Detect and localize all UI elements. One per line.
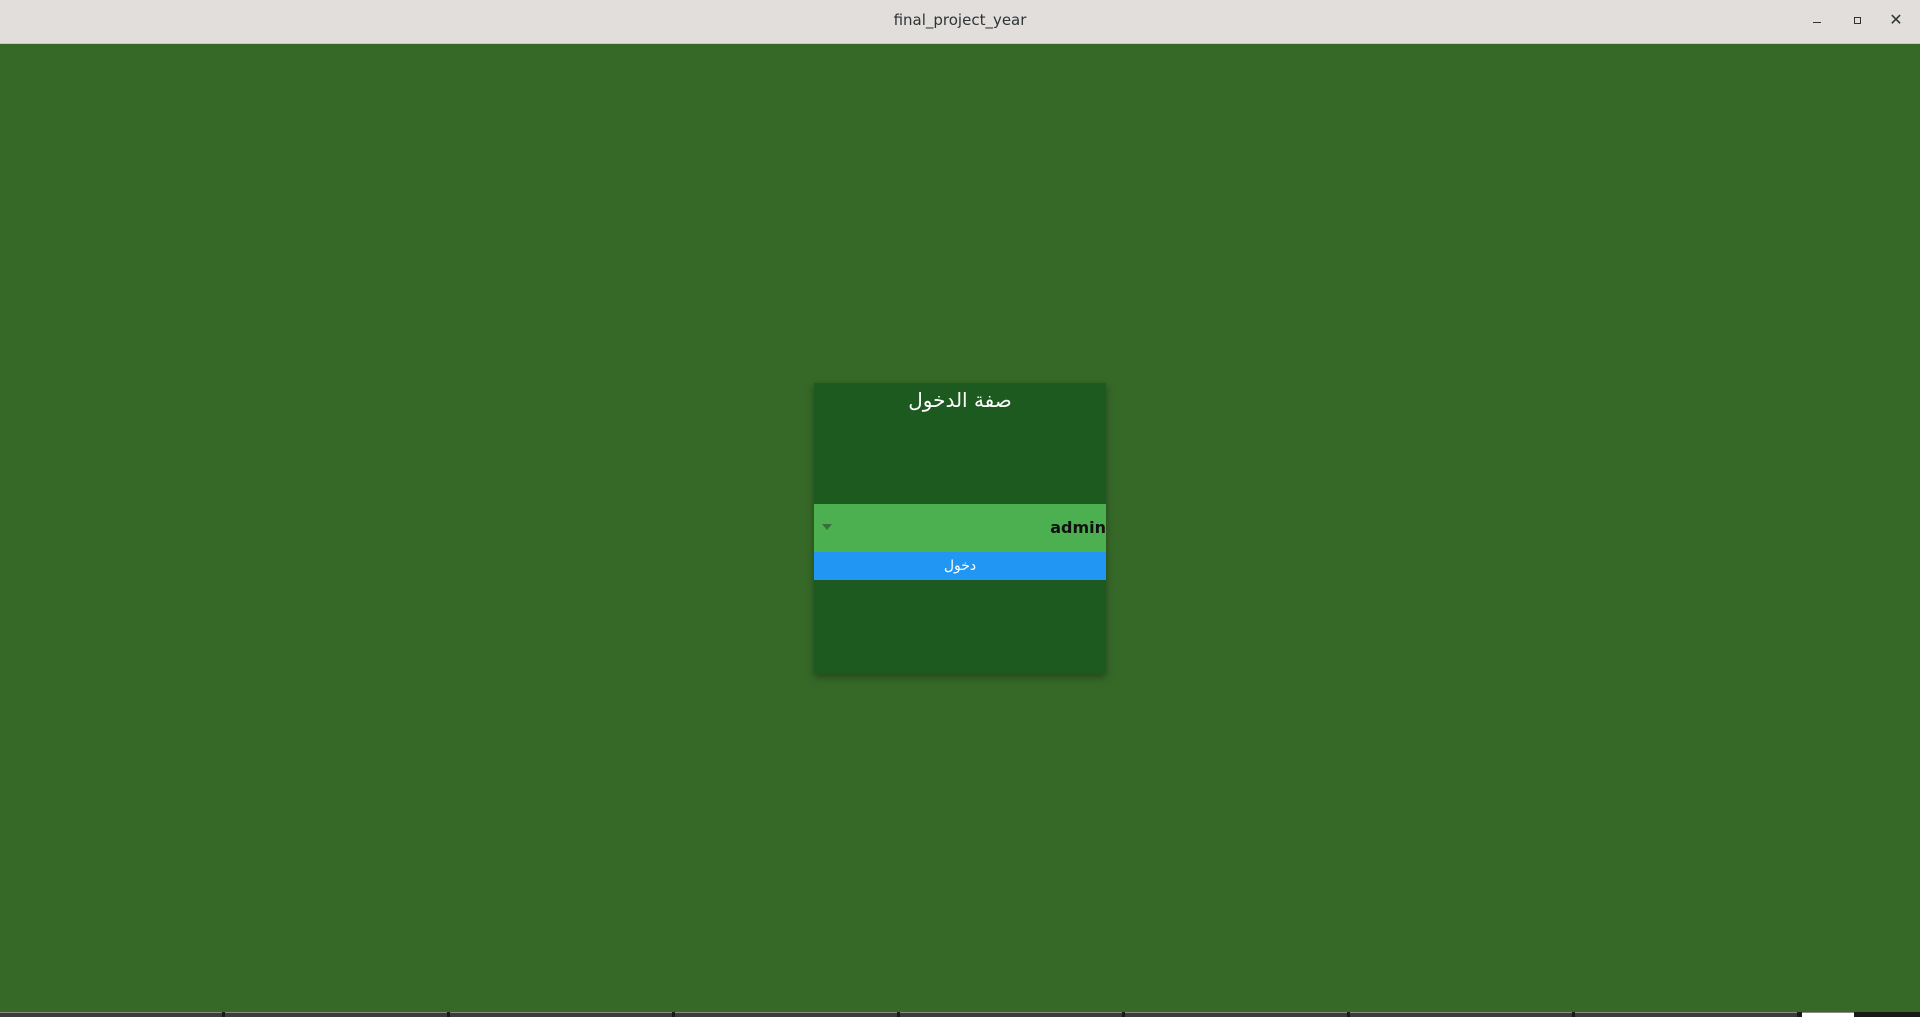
- minimize-icon: [1813, 21, 1821, 23]
- login-card-title: صفة الدخول: [908, 388, 1012, 412]
- dropdown-arrow-icon: [822, 524, 832, 530]
- taskbar-item[interactable]: [0, 1012, 222, 1017]
- taskbar-item[interactable]: [900, 1012, 1122, 1017]
- role-dropdown[interactable]: admin: [814, 504, 1106, 552]
- taskbar-item[interactable]: [1350, 1012, 1572, 1017]
- taskbar-item[interactable]: [1125, 1012, 1347, 1017]
- window-titlebar[interactable]: final_project_year ✕: [0, 0, 1920, 44]
- taskbar-item[interactable]: [1575, 1012, 1797, 1017]
- minimize-button[interactable]: [1797, 0, 1837, 40]
- close-icon: ✕: [1889, 10, 1903, 29]
- maximize-button[interactable]: [1837, 0, 1877, 40]
- close-button[interactable]: ✕: [1876, 0, 1916, 40]
- window-title: final_project_year: [893, 11, 1027, 29]
- taskbar-item[interactable]: [675, 1012, 897, 1017]
- taskbar-item[interactable]: [225, 1012, 447, 1017]
- taskbar-item[interactable]: [450, 1012, 672, 1017]
- taskbar-item-active[interactable]: [1802, 1012, 1854, 1017]
- maximize-icon: [1853, 16, 1861, 24]
- login-button[interactable]: دخول: [814, 552, 1106, 580]
- taskbar: [0, 1012, 1920, 1017]
- login-card: صفة الدخول admin دخول: [814, 383, 1106, 674]
- role-dropdown-value: admin: [1050, 518, 1106, 537]
- app-window: final_project_year ✕ صفة الدخول admin دخ…: [0, 0, 1920, 1017]
